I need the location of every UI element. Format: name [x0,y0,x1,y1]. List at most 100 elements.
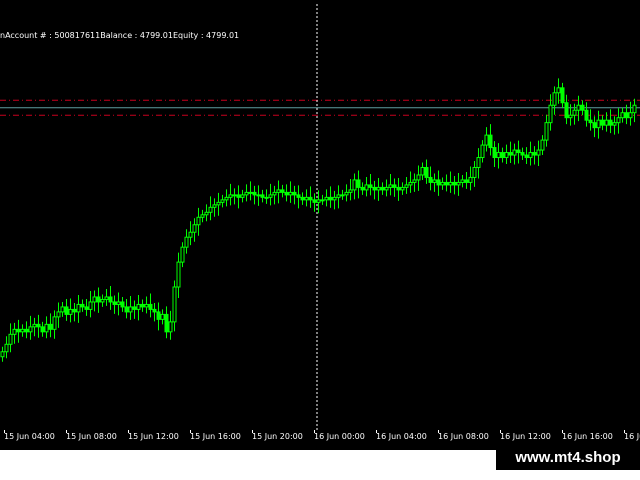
candle [28,315,33,340]
candle [40,321,45,337]
candle [552,86,557,115]
candle [36,314,41,338]
candle [96,287,101,313]
candle [360,182,365,195]
candle [364,176,369,197]
candle [100,294,105,307]
candle [172,280,177,332]
time-axis-label: 16 Jun 08:00 [438,432,489,441]
time-axis-label: 16 Jun 12:00 [500,432,551,441]
candle [324,189,329,207]
candle [120,296,125,312]
candle [592,116,597,138]
candle [536,140,541,166]
candle [528,141,533,166]
candle [64,298,69,321]
time-axis-label: 15 Jun 16:00 [190,432,241,441]
candle [304,189,309,207]
candle [520,147,525,161]
candle [0,346,5,362]
candle [612,116,617,135]
candle [16,319,21,343]
candle [580,100,585,116]
candle [200,209,205,223]
candle [344,184,349,202]
candle [336,185,341,209]
candle [248,181,253,201]
candle [44,316,49,339]
time-axis-label: 16 Jun 04:00 [376,432,427,441]
candle [472,161,477,187]
candle [144,296,149,314]
candle [616,108,621,134]
candle [560,82,565,108]
candle [572,103,577,125]
candle [264,189,269,204]
candle [564,94,569,125]
candle [400,182,405,195]
candle [212,198,217,217]
candle [256,185,261,206]
time-axis-label: 15 Jun 04:00 [4,432,55,441]
candle [600,115,605,131]
watermark: www.mt4.shop [496,445,640,470]
candle [368,173,373,196]
candle [140,299,145,312]
candle [204,204,209,222]
candle [60,301,65,317]
candle [620,107,625,123]
candle [224,189,229,207]
candle [380,182,385,195]
candle [384,179,389,197]
candle [24,321,29,339]
candle [432,173,437,192]
candle [412,173,417,192]
price-chart[interactable] [0,0,640,450]
candle [164,306,169,339]
candle [348,178,353,201]
candle [548,94,553,131]
candle [240,189,245,203]
candle [136,294,141,321]
candle [272,185,277,205]
candle [408,171,413,193]
candle [288,181,293,203]
candle [84,298,89,316]
candle [448,171,453,193]
candle [328,186,333,208]
candle [508,141,513,164]
candle [576,95,581,122]
candle [112,295,117,314]
candle [260,189,265,203]
candle [436,170,441,196]
candle [416,165,421,191]
candle [312,193,317,212]
candle [444,174,449,192]
candle [188,221,193,246]
candle [280,184,285,198]
candle [268,183,273,206]
candle [244,184,249,202]
candle [484,127,489,152]
candle [32,317,37,337]
candle [48,313,53,338]
candle [156,302,161,331]
candle [524,147,529,165]
candle [460,174,465,188]
candle [356,170,361,199]
candle [628,101,633,126]
candle [392,178,397,197]
candle [480,140,485,163]
candle [504,144,509,165]
time-axis-tick [624,430,625,433]
chart-area[interactable]: nAccount # : 500817611Balance : 4799.01E… [0,0,640,450]
candle [440,177,445,190]
candle [196,207,201,236]
candle [56,302,61,328]
candle [424,159,429,184]
candle [420,162,425,180]
candle [192,218,197,242]
candle [4,336,9,359]
candle [544,114,549,147]
candle [252,185,257,205]
